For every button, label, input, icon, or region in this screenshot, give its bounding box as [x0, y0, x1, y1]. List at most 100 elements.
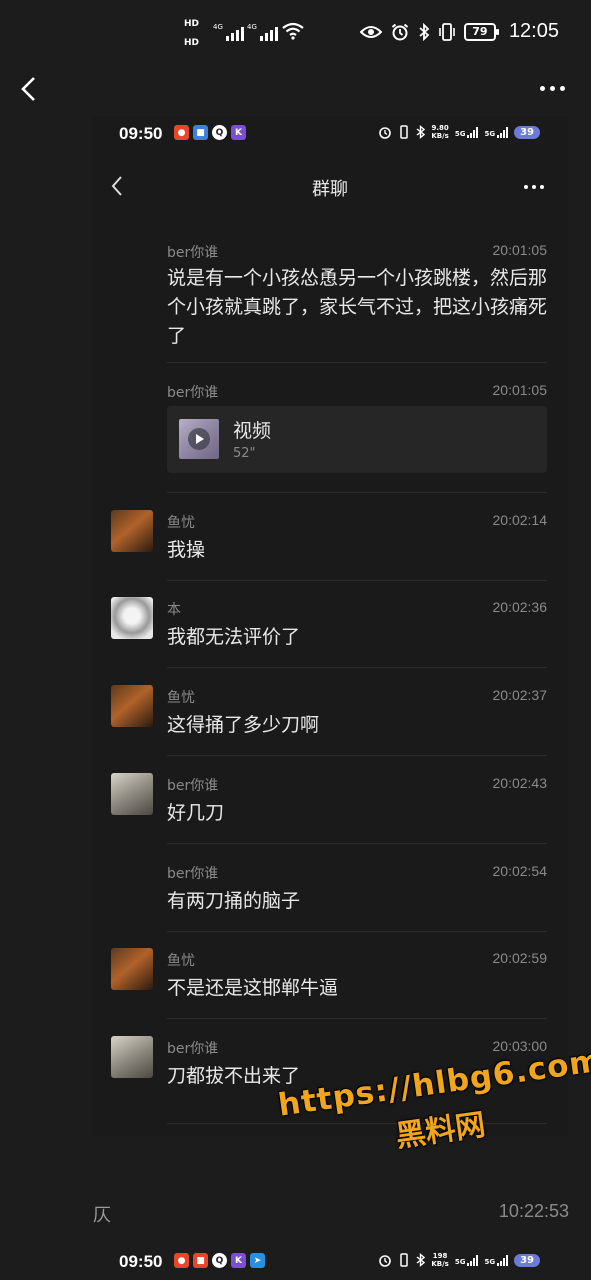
app-notification-icon-2: ■ [193, 125, 208, 140]
avatar[interactable] [111, 510, 153, 552]
more-options-icon[interactable] [524, 185, 544, 189]
avatar[interactable] [111, 597, 153, 639]
message-time: 20:02:43 [492, 775, 548, 791]
message-sender: ber你谁 [167, 245, 219, 261]
bluetooth-icon [419, 22, 430, 41]
signal-icon-2: 4G [247, 23, 278, 41]
battery-icon: 39 [514, 1253, 540, 1267]
divider [167, 1018, 547, 1019]
signal-icon-1: 5G [455, 1254, 479, 1266]
inner-status-bar: 09:50 ● ■ Q K 9.80 KB/s 5G 5G 39 [92, 116, 568, 150]
divider [167, 843, 547, 844]
network-speed: 9.80 KB/s [431, 124, 449, 140]
message-sender: 鱼忧 [167, 690, 195, 706]
inner-status-time: 09:50 [119, 1252, 163, 1271]
message-item[interactable]: 鱼忧 20:02:37 这得捅了多少刀啊 [92, 683, 568, 756]
next-message-sender: 仄 [93, 1205, 111, 1226]
signal-icon-1: 5G [455, 126, 479, 138]
next-message-time: 10:22:53 [498, 1201, 569, 1221]
message-text: 这得捅了多少刀啊 [167, 714, 320, 736]
message-sender: 鱼忧 [167, 953, 195, 969]
message-time: 20:02:59 [492, 950, 548, 966]
message-sender: ber你谁 [167, 1041, 219, 1057]
video-thumbnail [179, 419, 219, 459]
message-time: 20:02:54 [492, 863, 548, 879]
back-arrow-icon[interactable] [18, 76, 40, 102]
message-item[interactable]: ber你谁 20:02:43 好几刀 [92, 771, 568, 844]
avatar[interactable] [111, 1036, 153, 1078]
message-time: 20:02:14 [492, 512, 548, 528]
app-notification-icon-3: Q [212, 125, 227, 140]
message-sender: ber你谁 [167, 385, 219, 401]
signal-icon-2: 5G [484, 126, 509, 138]
message-text: 有两刀捅的脑子 [167, 890, 301, 912]
divider [167, 362, 547, 363]
signal-icon-1: 4G [213, 23, 244, 41]
play-icon [188, 428, 210, 450]
battery-icon: 79 [463, 22, 499, 41]
outer-status-bar: HD HD 4G 4G 79 12:05 [0, 0, 591, 64]
chat-header: 群聊 [92, 160, 568, 212]
divider [167, 492, 547, 493]
divider [167, 1123, 547, 1124]
message-text: 不是还是这邯郸牛逼 [167, 977, 339, 999]
vibrate-icon [400, 1253, 409, 1267]
outer-nav-bar [0, 64, 591, 116]
vibrate-icon [439, 22, 455, 41]
status-clock: 12:05 [508, 20, 559, 42]
video-label: 视频 [233, 420, 272, 442]
message-item[interactable]: 本 20:02:36 我都无法评价了 [92, 595, 568, 668]
message-time: 20:01:05 [492, 242, 548, 258]
video-duration: 52" [233, 446, 256, 461]
signal-icon-2: 5G [484, 1254, 509, 1266]
message-item[interactable]: 鱼忧 20:02:14 我操 [92, 508, 568, 581]
avatar[interactable] [111, 773, 153, 815]
inner-status-bar-2: 09:50 ● ■ Q K ➤ 198 KB/s 5G 5G 39 [92, 1244, 568, 1278]
alarm-icon [391, 23, 409, 40]
more-options-icon[interactable] [540, 86, 565, 91]
hd-badge-1: HD [184, 19, 200, 29]
message-time: 20:02:37 [492, 687, 548, 703]
avatar[interactable] [111, 685, 153, 727]
message-sender: ber你谁 [167, 866, 219, 882]
avatar[interactable] [111, 948, 153, 990]
alarm-icon [379, 127, 392, 139]
app-notification-icon-2: ■ [193, 1253, 208, 1268]
app-notification-icon-3: Q [212, 1253, 227, 1268]
message-text: 我都无法评价了 [167, 626, 301, 648]
vibrate-icon [400, 125, 409, 139]
message-sender: 本 [167, 602, 181, 618]
message-sender: ber你谁 [167, 778, 219, 794]
video-message-card[interactable]: 视频 52" [167, 406, 547, 473]
divider [167, 755, 547, 756]
message-time: 20:02:36 [492, 599, 548, 615]
message-time: 20:01:05 [492, 382, 548, 398]
message-text: 我操 [167, 539, 206, 561]
message-text: 说是有一个小孩怂恿另一个小孩跳楼，然后那个小孩就真跳了，家长气不过，把这小孩痛死… [167, 267, 548, 347]
divider [167, 667, 547, 668]
chat-screenshot: 09:50 ● ■ Q K 9.80 KB/s 5G 5G 39 群聊 ber你谁… [92, 116, 568, 1136]
message-item[interactable]: ber你谁 20:01:05 说是有一个小孩怂恿另一个小孩跳楼，然后那个小孩就真… [92, 238, 568, 363]
battery-icon: 39 [514, 125, 540, 139]
inner-status-time: 09:50 [119, 124, 163, 143]
chat-title: 群聊 [312, 179, 348, 200]
app-notification-icon-4: K [231, 125, 246, 140]
message-item[interactable]: 鱼忧 20:02:59 不是还是这邯郸牛逼 [92, 946, 568, 1019]
divider [167, 931, 547, 932]
message-text: 好几刀 [167, 802, 225, 824]
bluetooth-icon [416, 125, 426, 139]
message-item[interactable]: ber你谁 20:01:05 视频 52" [92, 378, 568, 493]
message-item[interactable]: ber你谁 20:02:54 有两刀捅的脑子 [92, 859, 568, 932]
eye-icon [359, 25, 382, 38]
hd-badge-2: HD [184, 38, 200, 48]
divider [167, 580, 547, 581]
app-notification-icon-1: ● [174, 1253, 189, 1268]
app-notification-icon-5: ➤ [250, 1253, 265, 1268]
message-sender: 鱼忧 [167, 515, 195, 531]
alarm-icon [379, 1255, 392, 1267]
app-notification-icon-4: K [231, 1253, 246, 1268]
network-speed: 198 KB/s [431, 1252, 449, 1268]
app-notification-icon-1: ● [174, 125, 189, 140]
bluetooth-icon [416, 1253, 426, 1267]
wifi-icon [282, 22, 304, 40]
